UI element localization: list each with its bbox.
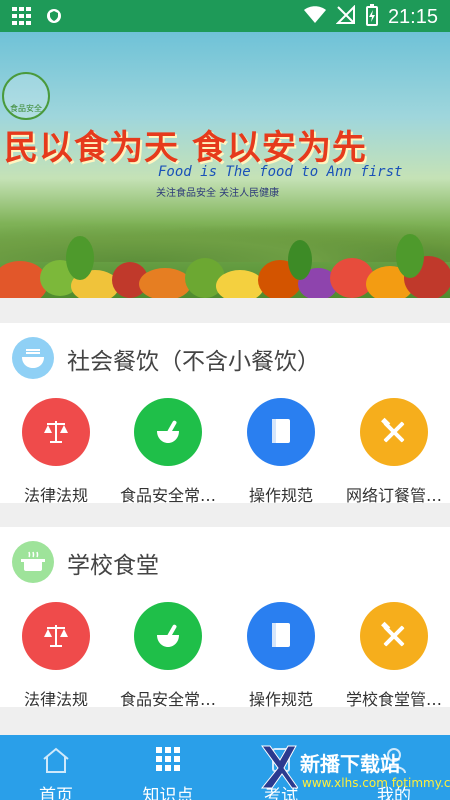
section-school-canteen: 学校食堂 法律法规 食品安全常… 操作规范 学校食堂管…: [0, 527, 450, 709]
section-title: 学校食堂: [67, 553, 159, 579]
nav-knowledge[interactable]: 知识点: [112, 735, 224, 800]
section-header: 学校食堂: [0, 527, 450, 597]
mortar-icon: [134, 398, 202, 466]
banner-english: Food is The food to Ann first: [158, 164, 403, 180]
category-operation[interactable]: 操作规范: [225, 398, 337, 505]
book-icon: [247, 398, 315, 466]
category-label: 操作规范: [248, 486, 313, 505]
category-label: 法律法规: [23, 486, 88, 505]
nav-label: 首页: [39, 786, 73, 800]
category-canteen-management[interactable]: 学校食堂管…: [338, 602, 450, 709]
category-food-safety[interactable]: 食品安全常…: [112, 398, 224, 505]
no-signal-icon: [335, 4, 356, 29]
category-operation[interactable]: 操作规范: [225, 602, 337, 709]
shield-icon: [46, 8, 62, 28]
section-social-catering: 社会餐饮（不含小餐饮） 法律法规 食品安全常… 操作规范 网络订餐管…: [0, 323, 450, 505]
nav-home[interactable]: 首页: [0, 735, 112, 800]
watermark-logo-icon: [260, 745, 298, 789]
home-icon: [40, 746, 72, 774]
category-grid: 法律法规 食品安全常… 操作规范 网络订餐管…: [0, 393, 450, 505]
vegetables-illustration: [0, 234, 450, 298]
category-laws[interactable]: 法律法规: [0, 398, 112, 505]
section-header: 社会餐饮（不含小餐饮）: [0, 323, 450, 393]
status-bar: 21:15: [0, 0, 450, 32]
category-laws[interactable]: 法律法规: [0, 602, 112, 709]
banner[interactable]: 食品安全 民以食为天 食以安为先 Food is The food to Ann…: [0, 32, 450, 298]
banner-logo: 食品安全: [2, 72, 50, 120]
bowl-icon: [12, 337, 54, 379]
category-label: 操作规范: [248, 690, 313, 709]
category-online-ordering[interactable]: 网络订餐管…: [338, 398, 450, 505]
tools-icon: [360, 602, 428, 670]
grid-icon: [12, 7, 32, 29]
grid-icon: [152, 746, 184, 774]
scales-icon: [22, 602, 90, 670]
category-label: 法律法规: [23, 690, 88, 709]
watermark-text: 新播下载站: [300, 752, 400, 776]
category-label: 食品安全常…: [119, 690, 216, 709]
category-label: 学校食堂管…: [345, 690, 442, 709]
nav-label: 知识点: [142, 786, 194, 800]
mortar-icon: [134, 602, 202, 670]
banner-subtitle: 关注食品安全 关注人民健康: [156, 188, 280, 199]
wifi-icon: [303, 6, 326, 28]
pot-icon: [12, 541, 54, 583]
category-label: 食品安全常…: [119, 486, 216, 505]
category-grid: 法律法规 食品安全常… 操作规范 学校食堂管…: [0, 597, 450, 709]
category-label: 网络订餐管…: [345, 486, 442, 505]
battery-charging-icon: [365, 4, 378, 30]
category-food-safety[interactable]: 食品安全常…: [112, 602, 224, 709]
clock: 21:15: [387, 5, 438, 28]
banner-slogan: 民以食为天 食以安为先: [4, 128, 367, 168]
watermark-sub: www.xlhs.com fotimmy.com: [302, 776, 450, 790]
section-title: 社会餐饮（不含小餐饮）: [67, 349, 320, 375]
tools-icon: [360, 398, 428, 466]
scales-icon: [22, 398, 90, 466]
book-icon: [247, 602, 315, 670]
watermark: 新播下载站 www.xlhs.com fotimmy.com: [258, 740, 450, 796]
